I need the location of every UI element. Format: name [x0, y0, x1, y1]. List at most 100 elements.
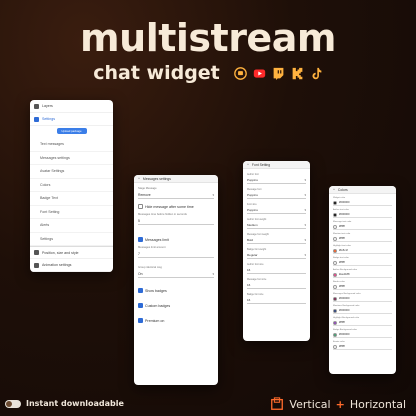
checkbox-box [138, 303, 143, 308]
field-label: Messages limit amount [138, 246, 166, 249]
color-input[interactable]: #000000 [333, 200, 392, 206]
checkbox-box [138, 288, 143, 293]
twitch-icon [272, 67, 285, 80]
color-input[interactable]: #000000 [333, 308, 392, 314]
message-style-select[interactable]: Remove ▾ [138, 191, 214, 199]
field-label: Widget color [333, 197, 346, 199]
menu-item-settings[interactable]: Settings [30, 113, 113, 126]
orientation-badge: Vertical + Horizontal [270, 397, 406, 411]
menu-item-animation[interactable]: Animation settings [30, 259, 113, 272]
color-swatch [333, 332, 337, 337]
color-input[interactable]: #ffffff [333, 284, 392, 290]
color-input[interactable]: #000000 [333, 212, 392, 218]
menu-sub-item[interactable]: Badge Text [30, 192, 113, 206]
color-swatch [333, 200, 337, 205]
color-swatch [333, 272, 337, 277]
color-rows: Widget color #000000 Author text color #000… [329, 197, 396, 350]
field-label: Message font size [247, 278, 267, 281]
color-input[interactable]: #ee4188 [333, 272, 392, 278]
menu-sub-item[interactable]: Settings [30, 233, 113, 246]
menu-sub-item[interactable]: Colors [30, 179, 113, 192]
font-select[interactable]: Poppins ▾ [247, 177, 306, 184]
color-input[interactable]: #ffffff [333, 224, 392, 230]
color-swatch [333, 320, 337, 325]
font-size-input[interactable]: 16 [247, 282, 306, 289]
chevron-up-icon: ^ [138, 176, 140, 181]
menu-sub-item[interactable]: Font Setting [30, 206, 113, 219]
menu-sub-item[interactable]: Avatar Settings [30, 165, 113, 179]
menu-sub-item[interactable]: Messages settings [30, 152, 113, 165]
hide-after-checkbox[interactable]: Hide message after some time [134, 204, 218, 209]
show-badges-checkbox[interactable]: Show badges [134, 288, 218, 293]
chevron-down-icon: ▾ [304, 208, 306, 212]
field-label: Badge font weight [247, 248, 267, 251]
color-swatch [333, 296, 337, 301]
color-input[interactable]: #000000 [333, 332, 392, 338]
hero-subtitle: chat widget [93, 62, 220, 84]
kick-icon [291, 67, 304, 80]
color-input[interactable]: #000000 [333, 296, 392, 302]
chevron-down-icon: ▾ [212, 192, 214, 197]
field-label: Highlight text color [333, 245, 351, 247]
animation-icon [34, 262, 39, 268]
chevron-down-icon: ▾ [304, 238, 306, 242]
field-label: Highlight Background color [333, 317, 360, 319]
color-input[interactable]: #ffffff [333, 260, 392, 266]
premium-checkbox[interactable]: Premium on [134, 318, 218, 323]
field-label: Messages time before hidden in seconds [138, 213, 187, 216]
streamlabs-icon [233, 66, 247, 80]
menu-panel: Layers Settings Upload package Text mess… [30, 100, 113, 272]
font-settings-panel: ^ Font Setting Author font Poppins ▾ Mess… [243, 161, 310, 341]
font-select[interactable]: Regular ▾ [247, 252, 306, 259]
field-label: Stage Message [138, 187, 157, 190]
color-input[interactable]: #ffffff [333, 236, 392, 242]
hero-title: multistream [80, 16, 336, 60]
chevron-down-icon: ▾ [212, 271, 214, 276]
layers-icon [34, 103, 39, 109]
color-input[interactable]: #ffffff [333, 320, 392, 326]
color-swatch [333, 236, 337, 241]
youtube-icon [253, 67, 266, 80]
upload-package-button[interactable]: Upload package [56, 128, 87, 134]
chevron-down-icon: ▾ [304, 193, 306, 197]
field-label: Mention text color [333, 233, 351, 235]
font-select[interactable]: Poppins ▾ [247, 192, 306, 199]
menu-item-position[interactable]: Position, size and style [30, 246, 113, 259]
font-size-input[interactable]: 16 [247, 297, 306, 304]
field-label: Author font size [247, 263, 264, 266]
font-select[interactable]: Poppins ▾ [247, 207, 306, 214]
font-select[interactable]: Bold ▾ [247, 237, 306, 244]
field-label: Emote color [333, 341, 345, 343]
messages-limit-checkbox[interactable]: Messages limit [134, 237, 218, 242]
field-label: Author font [247, 173, 259, 176]
colors-header[interactable]: ^ Colors [329, 186, 396, 194]
field-label: Message font [247, 188, 262, 191]
messages-settings-header[interactable]: ^ Messages settings [134, 175, 218, 183]
chevron-up-icon: ^ [247, 162, 249, 167]
custom-badges-checkbox[interactable]: Custom badges [134, 303, 218, 308]
hero-subtitle-row: chat widget [0, 62, 416, 84]
limit-count-input[interactable]: 7 [138, 250, 214, 258]
font-size-input[interactable]: 16 [247, 267, 306, 274]
field-label: Badge Background color [333, 329, 357, 331]
field-label: Badge font size [247, 293, 264, 296]
menu-sub-item[interactable]: Alerts [30, 219, 113, 233]
menu-item-layers[interactable]: Layers [30, 100, 113, 113]
field-label: Author font weight [247, 218, 267, 221]
color-input[interactable]: #fe5c1f [333, 248, 392, 254]
color-swatch [333, 212, 337, 217]
font-select[interactable]: Medium ▾ [247, 222, 306, 229]
tiktok-icon [310, 67, 323, 80]
field-label: Group identical msg [138, 266, 162, 269]
menu-sub-item[interactable]: Text messages [30, 138, 113, 152]
seconds-input[interactable]: 5 [138, 217, 214, 225]
field-label: Border color [333, 281, 345, 283]
chevron-down-icon: ▾ [304, 178, 306, 182]
checkbox-box [138, 237, 143, 242]
font-settings-header[interactable]: ^ Font Setting [243, 161, 310, 169]
field-label: Message text color [333, 221, 352, 223]
field-label: Author Background color [333, 269, 358, 271]
group-select[interactable]: On ▾ [138, 270, 214, 278]
field-label: Messages Background color [333, 293, 361, 295]
color-input[interactable]: #ffffff [333, 344, 392, 350]
